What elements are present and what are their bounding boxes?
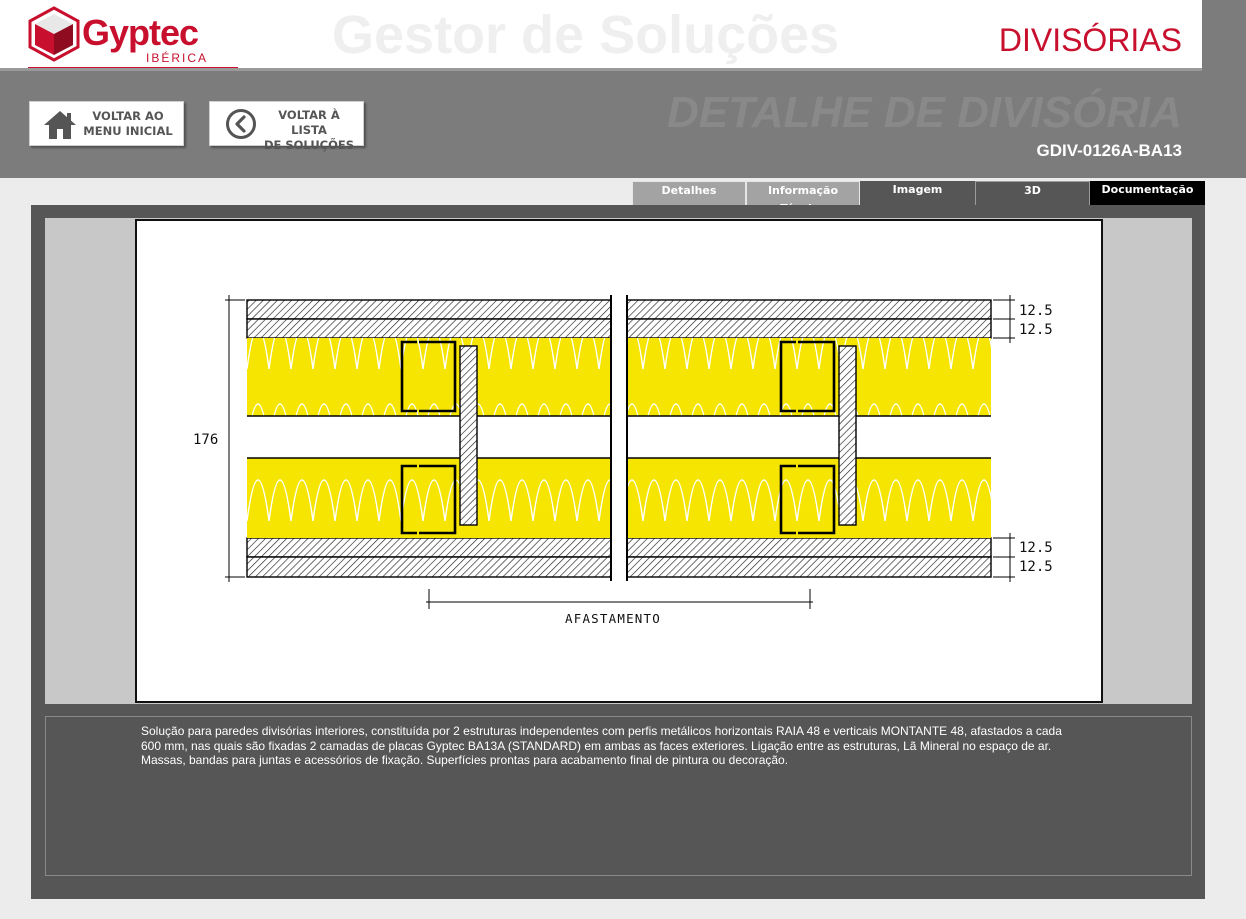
gyptec-logo: Gyptec IBÉRICA: [28, 6, 238, 69]
partition-section-drawing: 12.5 12.5 12.5 12.5 176 AFASTAMENTO: [135, 219, 1103, 703]
solution-description: Solução para paredes divisórias interior…: [141, 724, 1062, 767]
spacing-label: AFASTAMENTO: [565, 611, 661, 626]
mineral-wool-insulation: [247, 338, 991, 538]
break-lines: [610, 295, 628, 581]
back-button-label: VOLTAR À LISTA DE SOLUÇÕES: [263, 108, 355, 152]
home-button[interactable]: VOLTAR AO MENU INICIAL: [29, 101, 184, 146]
air-gap: [247, 415, 991, 459]
dim-label-bottom-2: 12.5: [1019, 559, 1053, 575]
home-icon: [44, 111, 76, 139]
dimension-line-left: [225, 295, 245, 582]
back-to-list-button[interactable]: VOLTAR À LISTA DE SOLUÇÕES: [209, 101, 364, 152]
app-root: Gyptec IBÉRICA Gestor de Soluções DIVISÓ…: [0, 0, 1246, 919]
brand-subname: IBÉRICA: [146, 51, 209, 65]
tab-imagem[interactable]: Imagem: [860, 181, 975, 207]
partition-cross-section: 12.5 12.5 12.5 12.5 176 AFASTAMENTO: [193, 295, 1053, 626]
app-title-watermark: Gestor de Soluções: [332, 5, 840, 65]
cube-logo-icon: [28, 6, 80, 62]
tab-informacao-tecnica[interactable]: Informação Técnica: [746, 181, 860, 215]
home-button-label: VOLTAR AO MENU INICIAL: [83, 109, 173, 138]
dimension-lines-right: [993, 295, 1015, 582]
section-title: DIVISÓRIAS: [998, 22, 1182, 58]
gypsum-boards-bottom: [246, 537, 992, 578]
description-box: Solução para paredes divisórias interior…: [45, 716, 1192, 876]
total-thickness-label: 176: [193, 432, 218, 448]
dim-label-top-1: 12.5: [1019, 303, 1053, 319]
solution-code: GDIV-0126A-BA13: [1036, 141, 1182, 160]
spacing-dimension: [426, 589, 813, 609]
tab-3d[interactable]: 3D: [975, 181, 1090, 206]
tab-documentacao[interactable]: Documentação: [1090, 181, 1205, 206]
dim-label-top-2: 12.5: [1019, 322, 1053, 338]
brand-name: Gyptec: [82, 12, 199, 53]
chevron-left-circle-icon: [226, 109, 256, 139]
tab-detalhes[interactable]: Detalhes: [632, 181, 746, 206]
dim-label-bottom-1: 12.5: [1019, 540, 1053, 556]
band-divider: [0, 68, 1202, 71]
page-subtitle: DETALHE DE DIVISÓRIA: [666, 88, 1182, 137]
header-corner: [1202, 0, 1246, 68]
gypsum-boards-top: [246, 299, 992, 339]
